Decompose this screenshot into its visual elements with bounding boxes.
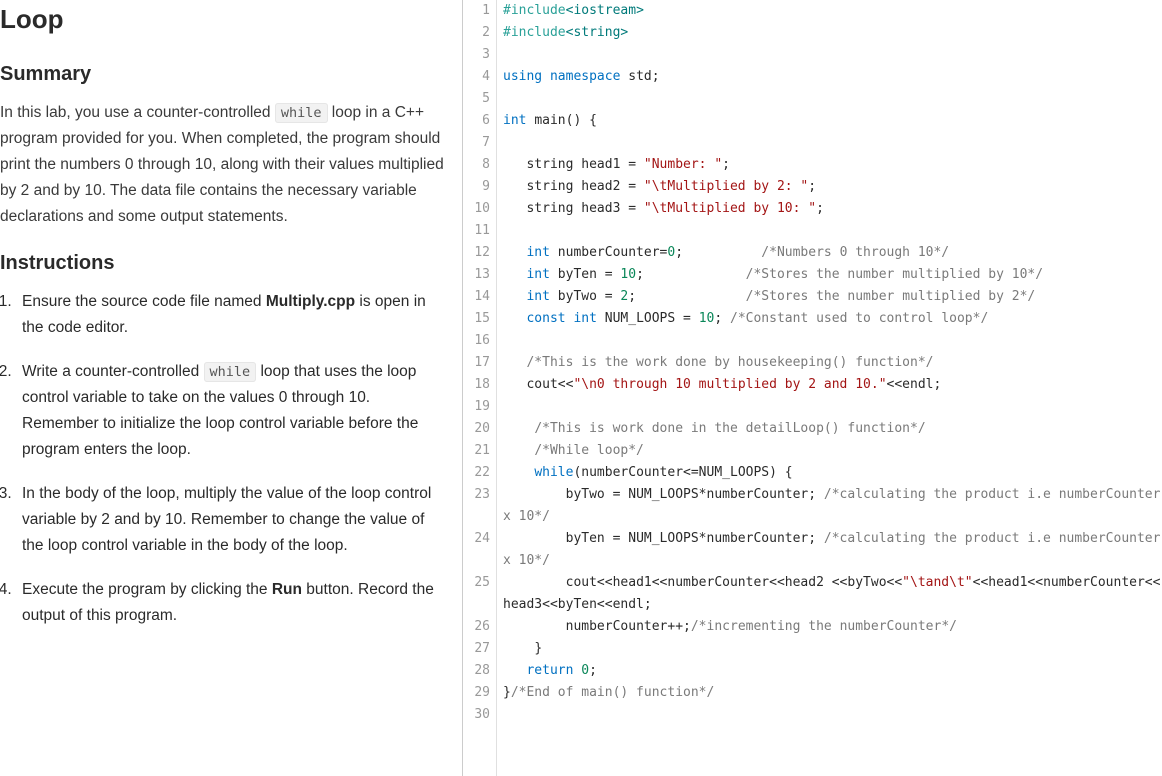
summary-text: In this lab, you use a counter-controlle… <box>0 100 448 230</box>
code-line[interactable]: } <box>503 638 1162 660</box>
line-number: 16 <box>463 330 490 352</box>
line-number: 30 <box>463 704 490 726</box>
summary-pre: In this lab, you use a counter-controlle… <box>0 104 275 121</box>
line-number: 10 <box>463 198 490 220</box>
code-line[interactable]: while(numberCounter<=NUM_LOOPS) { <box>503 462 1162 484</box>
code-line[interactable]: byTen = NUM_LOOPS*numberCounter; /*calcu… <box>503 528 1162 572</box>
line-number: 5 <box>463 88 490 110</box>
line-number: 12 <box>463 242 490 264</box>
instruction-item: Execute the program by clicking the Run … <box>16 577 448 629</box>
code-line[interactable]: /*This is work done in the detailLoop() … <box>503 418 1162 440</box>
code-line[interactable] <box>503 396 1162 418</box>
code-line[interactable] <box>503 44 1162 66</box>
summary-code: while <box>275 103 328 123</box>
line-number: 6 <box>463 110 490 132</box>
instructions-panel: Loop Summary In this lab, you use a coun… <box>0 0 462 776</box>
line-number: 26 <box>463 616 490 638</box>
code-line[interactable] <box>503 704 1162 726</box>
line-number: 4 <box>463 66 490 88</box>
line-number: 17 <box>463 352 490 374</box>
li1-filename: Multiply.cpp <box>266 293 355 310</box>
code-line[interactable]: int byTen = 10; /*Stores the number mult… <box>503 264 1162 286</box>
code-line[interactable]: /*This is the work done by housekeeping(… <box>503 352 1162 374</box>
code-line[interactable]: return 0; <box>503 660 1162 682</box>
instruction-item: Ensure the source code file named Multip… <box>16 289 448 341</box>
line-number: 22 <box>463 462 490 484</box>
code-line[interactable]: const int NUM_LOOPS = 10; /*Constant use… <box>503 308 1162 330</box>
line-number: 14 <box>463 286 490 308</box>
instruction-item: In the body of the loop, multiply the va… <box>16 481 448 559</box>
code-line[interactable]: }/*End of main() function*/ <box>503 682 1162 704</box>
code-line[interactable]: #include<string> <box>503 22 1162 44</box>
line-number: 8 <box>463 154 490 176</box>
line-number: 27 <box>463 638 490 660</box>
line-number: 21 <box>463 440 490 462</box>
code-line[interactable]: using namespace std; <box>503 66 1162 88</box>
line-number: 9 <box>463 176 490 198</box>
code-line[interactable]: cout<<"\n0 through 10 multiplied by 2 an… <box>503 374 1162 396</box>
line-number: 15 <box>463 308 490 330</box>
code-line[interactable] <box>503 220 1162 242</box>
li4-pre: Execute the program by clicking the <box>22 581 272 598</box>
code-line[interactable]: string head1 = "Number: "; <box>503 154 1162 176</box>
code-line[interactable]: #include<iostream> <box>503 0 1162 22</box>
code-line[interactable]: string head2 = "\tMultiplied by 2: "; <box>503 176 1162 198</box>
instruction-item: Write a counter-controlled while loop th… <box>16 359 448 463</box>
code-line[interactable]: numberCounter++;/*incrementing the numbe… <box>503 616 1162 638</box>
summary-post: loop in a C++ program provided for you. … <box>0 104 444 225</box>
instructions-list: Ensure the source code file named Multip… <box>0 289 448 629</box>
code-line[interactable]: byTwo = NUM_LOOPS*numberCounter; /*calcu… <box>503 484 1162 528</box>
line-number-gutter: 1234567891011121314151617181920212223242… <box>463 0 497 776</box>
code-line[interactable]: /*While loop*/ <box>503 440 1162 462</box>
line-number: 2 <box>463 22 490 44</box>
line-number: 3 <box>463 44 490 66</box>
li4-run: Run <box>272 581 302 598</box>
page-title: Loop <box>0 4 448 35</box>
li2-code: while <box>204 362 257 382</box>
line-number: 20 <box>463 418 490 440</box>
line-number: 29 <box>463 682 490 704</box>
code-line[interactable]: int main() { <box>503 110 1162 132</box>
code-area[interactable]: #include<iostream>#include<string> using … <box>497 0 1162 776</box>
code-editor[interactable]: 1234567891011121314151617181920212223242… <box>462 0 1162 776</box>
line-number: 24 <box>463 528 490 572</box>
code-line[interactable] <box>503 132 1162 154</box>
line-number: 19 <box>463 396 490 418</box>
line-number: 25 <box>463 572 490 616</box>
line-number: 1 <box>463 0 490 22</box>
code-line[interactable]: cout<<head1<<numberCounter<<head2 <<byTw… <box>503 572 1162 616</box>
line-number: 11 <box>463 220 490 242</box>
code-line[interactable] <box>503 330 1162 352</box>
line-number: 18 <box>463 374 490 396</box>
line-number: 7 <box>463 132 490 154</box>
instructions-heading: Instructions <box>0 252 448 275</box>
line-number: 28 <box>463 660 490 682</box>
li1-pre: Ensure the source code file named <box>22 293 266 310</box>
line-number: 13 <box>463 264 490 286</box>
code-line[interactable]: int byTwo = 2; /*Stores the number multi… <box>503 286 1162 308</box>
code-line[interactable]: string head3 = "\tMultiplied by 10: "; <box>503 198 1162 220</box>
line-number: 23 <box>463 484 490 528</box>
code-line[interactable] <box>503 88 1162 110</box>
code-line[interactable]: int numberCounter=0; /*Numbers 0 through… <box>503 242 1162 264</box>
li2-pre: Write a counter-controlled <box>22 363 204 380</box>
summary-heading: Summary <box>0 63 448 86</box>
